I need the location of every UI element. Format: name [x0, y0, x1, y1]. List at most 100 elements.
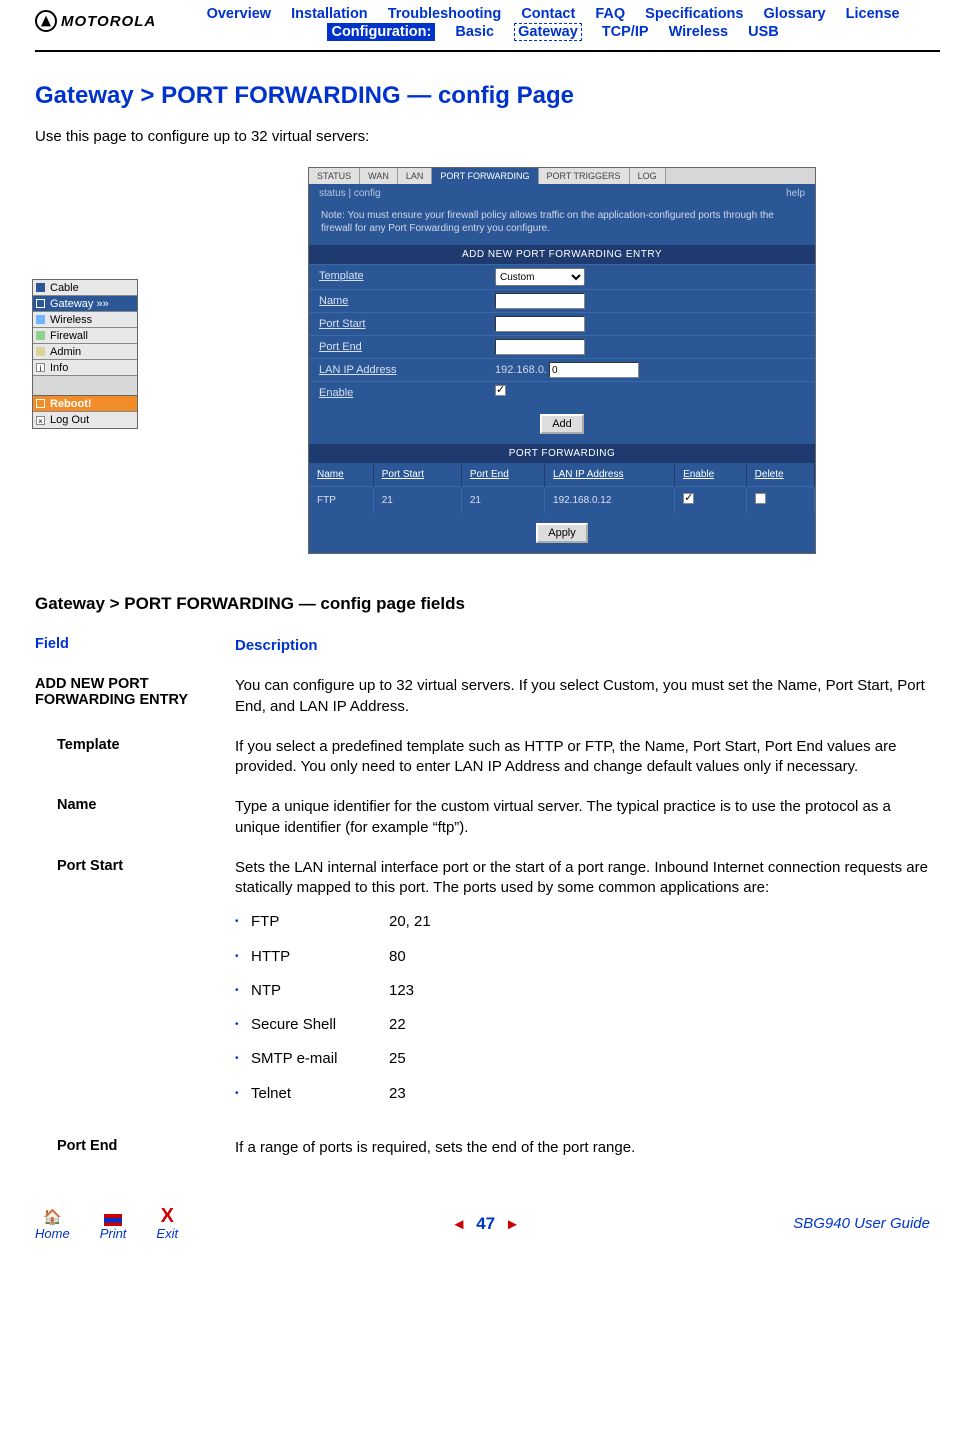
- nav-installation[interactable]: Installation: [291, 6, 368, 22]
- sidebar-item-cable[interactable]: Cable: [33, 280, 137, 296]
- tab-status[interactable]: STATUS: [309, 168, 360, 184]
- portend-input[interactable]: [495, 339, 585, 355]
- row-portstart-desc: Sets the LAN internal interface port or …: [235, 858, 940, 1118]
- intro-text: Use this page to configure up to 32 virt…: [35, 128, 940, 145]
- nav-row-2: Configuration: Basic Gateway TCP/IP Wire…: [166, 24, 940, 40]
- cell-name: FTP: [309, 487, 373, 514]
- row-name: Name: [35, 797, 235, 813]
- top-nav: MOTOROLA Overview Installation Troublesh…: [35, 0, 940, 40]
- label-portend: Port End: [309, 336, 489, 358]
- config-tabs: STATUS WAN LAN PORT FORWARDING PORT TRIG…: [309, 168, 815, 184]
- label-portstart: Port Start: [309, 313, 489, 335]
- divider: [35, 50, 940, 52]
- guide-name: SBG940 User Guide: [793, 1215, 930, 1232]
- row-delete-checkbox[interactable]: [755, 493, 766, 504]
- portstart-input[interactable]: [495, 316, 585, 332]
- subtab-row: status | config help: [309, 184, 815, 203]
- row-add-new: ADD NEW PORT FORWARDING ENTRY: [35, 676, 235, 708]
- nav-basic[interactable]: Basic: [455, 24, 494, 40]
- nav-glossary[interactable]: Glossary: [764, 6, 826, 22]
- page-title: Gateway > PORT FORWARDING — config Page: [35, 82, 940, 110]
- configuration-label: Configuration:: [327, 23, 435, 41]
- sidebar-reboot[interactable]: Reboot!: [33, 396, 137, 412]
- row-enable-checkbox[interactable]: [683, 493, 694, 504]
- sidebar-logout[interactable]: ×Log Out: [33, 412, 137, 428]
- subtab-left[interactable]: status | config: [319, 188, 381, 199]
- tab-lan[interactable]: LAN: [398, 168, 433, 184]
- tab-log[interactable]: LOG: [630, 168, 666, 184]
- next-page-arrow[interactable]: ►: [501, 1216, 524, 1233]
- nav-specifications[interactable]: Specifications: [645, 6, 743, 22]
- nav-wireless[interactable]: Wireless: [669, 24, 729, 40]
- sidebar-item-info[interactable]: iInfo: [33, 360, 137, 376]
- th-name: Name: [309, 463, 373, 487]
- sidebar-panel: Cable Gateway »» Wireless Firewall Admin…: [32, 279, 138, 429]
- home-icon: [43, 1210, 62, 1226]
- section-heading: Gateway > PORT FORWARDING — config page …: [35, 594, 940, 614]
- prev-page-arrow[interactable]: ◄: [447, 1216, 470, 1233]
- section-port-forwarding: PORT FORWARDING: [309, 444, 815, 463]
- nav-troubleshooting[interactable]: Troubleshooting: [388, 6, 502, 22]
- th-pstart: Port Start: [373, 463, 461, 487]
- footer: Home Print X Exit ◄ 47 ► SBG940 User Gui…: [0, 1198, 975, 1253]
- name-input[interactable]: [495, 293, 585, 309]
- nav-license[interactable]: License: [846, 6, 900, 22]
- row-portend-desc: If a range of ports is required, sets th…: [235, 1138, 940, 1158]
- label-enable: Enable: [309, 382, 489, 404]
- nav-overview[interactable]: Overview: [207, 6, 272, 22]
- tab-port-triggers[interactable]: PORT TRIGGERS: [539, 168, 630, 184]
- label-lanip: LAN IP Address: [309, 359, 489, 381]
- column-description: Description: [235, 636, 940, 656]
- row-template: Template: [35, 737, 235, 753]
- cell-pstart: 21: [373, 487, 461, 514]
- nav-tcpip[interactable]: TCP/IP: [602, 24, 649, 40]
- config-screenshot: STATUS WAN LAN PORT FORWARDING PORT TRIG…: [308, 167, 816, 554]
- nav-row-1: Overview Installation Troubleshooting Co…: [166, 6, 940, 22]
- sidebar-item-firewall[interactable]: Firewall: [33, 328, 137, 344]
- apply-button[interactable]: Apply: [536, 523, 588, 543]
- th-delete: Delete: [746, 463, 814, 487]
- row-portstart: Port Start: [35, 858, 235, 874]
- add-button[interactable]: Add: [540, 414, 584, 434]
- lanip-input[interactable]: [549, 362, 639, 378]
- logo-text: MOTOROLA: [61, 13, 156, 30]
- motorola-logo-icon: [35, 10, 57, 32]
- label-name: Name: [309, 290, 489, 312]
- page-number: 47: [474, 1214, 497, 1233]
- section-add-new: ADD NEW PORT FORWARDING ENTRY: [309, 245, 815, 264]
- nav-gateway[interactable]: Gateway: [514, 23, 582, 41]
- tab-wan[interactable]: WAN: [360, 168, 398, 184]
- sidebar-item-gateway[interactable]: Gateway »»: [33, 296, 137, 312]
- sidebar-item-admin[interactable]: Admin: [33, 344, 137, 360]
- nav-faq[interactable]: FAQ: [595, 6, 625, 22]
- th-enable: Enable: [675, 463, 747, 487]
- page-nav: ◄ 47 ►: [178, 1214, 793, 1234]
- template-select[interactable]: Custom: [495, 268, 585, 286]
- note-text: Note: You must ensure your firewall poli…: [309, 203, 815, 245]
- sidebar-gap: [33, 376, 137, 396]
- label-template: Template: [309, 265, 489, 289]
- nav-usb[interactable]: USB: [748, 24, 779, 40]
- tab-port-forwarding[interactable]: PORT FORWARDING: [432, 168, 538, 184]
- help-link[interactable]: help: [786, 188, 805, 199]
- th-lan: LAN IP Address: [545, 463, 675, 487]
- sidebar-item-wireless[interactable]: Wireless: [33, 312, 137, 328]
- row-portend: Port End: [35, 1138, 235, 1154]
- table-row: FTP 21 21 192.168.0.12: [309, 487, 815, 514]
- exit-icon: X: [161, 1206, 174, 1226]
- th-pend: Port End: [461, 463, 544, 487]
- logo: MOTOROLA: [35, 6, 156, 32]
- exit-button[interactable]: X Exit: [156, 1206, 178, 1241]
- enable-checkbox[interactable]: [495, 385, 506, 396]
- print-icon: [104, 1214, 122, 1226]
- print-button[interactable]: Print: [100, 1214, 127, 1241]
- field-description-table: Field Description ADD NEW PORT FORWARDIN…: [35, 636, 940, 1158]
- row-add-new-desc: You can configure up to 32 virtual serve…: [235, 676, 940, 717]
- row-name-desc: Type a unique identifier for the custom …: [235, 797, 940, 838]
- row-template-desc: If you select a predefined template such…: [235, 737, 940, 778]
- cell-pend: 21: [461, 487, 544, 514]
- home-button[interactable]: Home: [35, 1210, 70, 1241]
- port-list: •FTP20, 21 •HTTP80 •NTP123 •Secure Shell…: [235, 912, 940, 1104]
- nav-contact[interactable]: Contact: [521, 6, 575, 22]
- port-forwarding-table: Name Port Start Port End LAN IP Address …: [309, 463, 815, 513]
